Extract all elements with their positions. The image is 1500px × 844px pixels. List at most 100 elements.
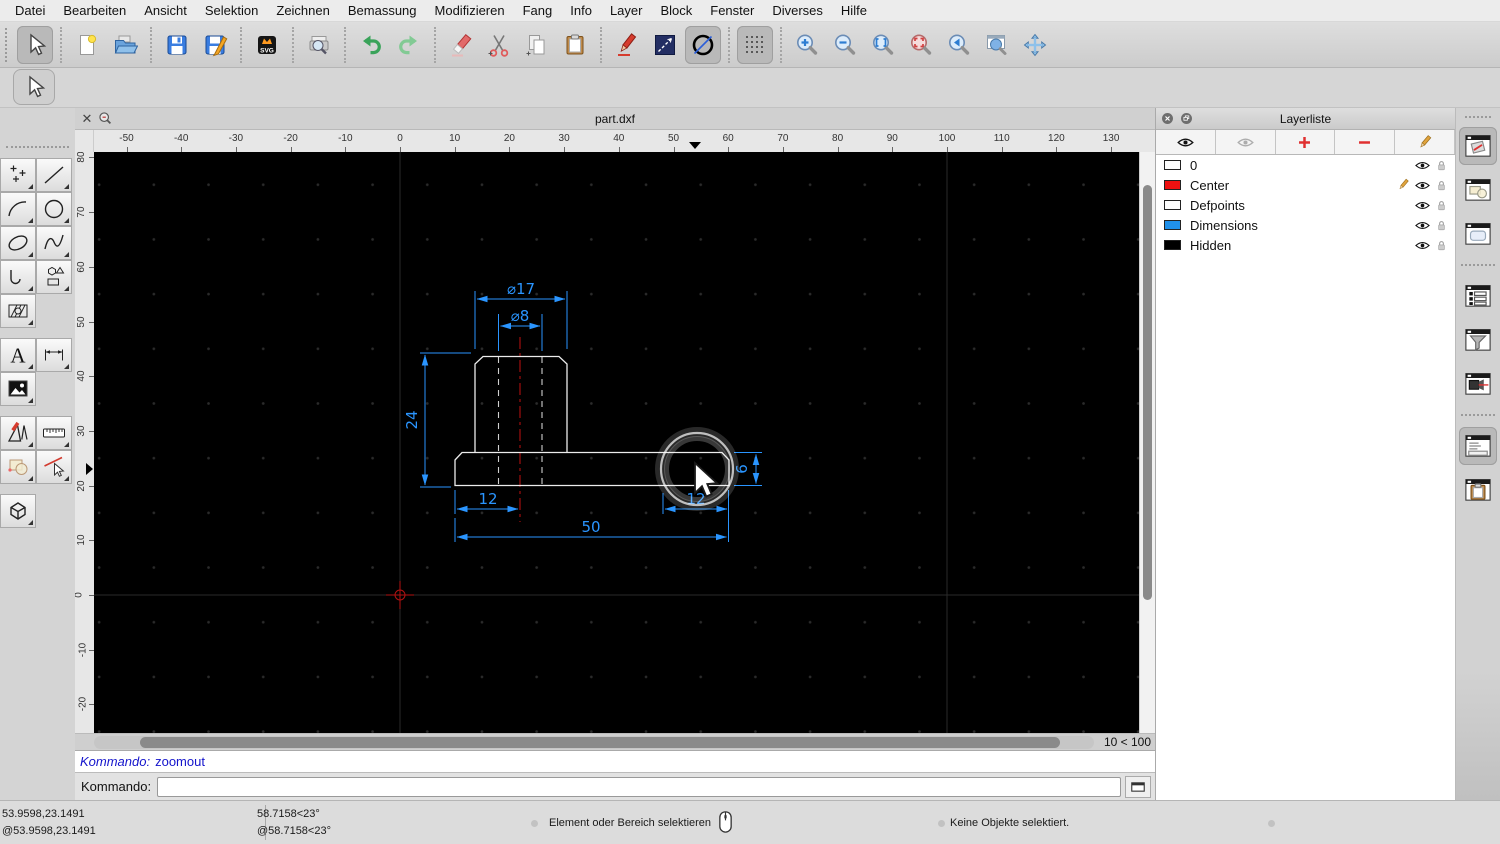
dock-blocks-button[interactable] bbox=[1459, 171, 1497, 209]
layer-visibility-icon[interactable] bbox=[1414, 177, 1431, 194]
points-tool-button[interactable] bbox=[0, 158, 36, 192]
spline-tool-button[interactable] bbox=[36, 226, 72, 260]
command-input[interactable] bbox=[157, 776, 1121, 797]
layer-row-defpoints[interactable]: Defpoints bbox=[1156, 195, 1455, 215]
layer-row-hidden[interactable]: Hidden bbox=[1156, 235, 1455, 255]
menu-fenster[interactable]: Fenster bbox=[701, 3, 763, 18]
zoom-previous-button[interactable] bbox=[941, 26, 977, 64]
dock-render-button[interactable] bbox=[1459, 365, 1497, 403]
text-tool-button[interactable]: A bbox=[0, 338, 36, 372]
layer-visibility-icon[interactable] bbox=[1414, 157, 1431, 174]
delete-button[interactable] bbox=[443, 26, 479, 64]
circle-tool-button[interactable] bbox=[36, 192, 72, 226]
menu-bearbeiten[interactable]: Bearbeiten bbox=[54, 3, 135, 18]
dock-library-button[interactable] bbox=[1459, 215, 1497, 253]
undo-button[interactable] bbox=[353, 26, 389, 64]
save-as-button[interactable] bbox=[197, 26, 233, 64]
ellipse-tool-button[interactable] bbox=[0, 226, 36, 260]
circle-tool-button[interactable] bbox=[685, 25, 721, 64]
redo-button[interactable] bbox=[391, 26, 427, 64]
select-rect-tool-button[interactable] bbox=[0, 450, 36, 484]
panel-close-icon[interactable] bbox=[1160, 111, 1175, 126]
arc-tool-button[interactable] bbox=[0, 192, 36, 226]
panel-float-icon[interactable] bbox=[1179, 111, 1194, 126]
menu-selektion[interactable]: Selektion bbox=[196, 3, 267, 18]
zoom-select-button[interactable] bbox=[903, 26, 939, 64]
open-file-button[interactable] bbox=[107, 26, 143, 64]
menu-ansicht[interactable]: Ansicht bbox=[135, 3, 196, 18]
horizontal-scrollbar[interactable] bbox=[94, 736, 1094, 749]
layer-list: 0 Center Defpoints Dimensions Hidden bbox=[1156, 155, 1455, 255]
layer-row-center[interactable]: Center bbox=[1156, 175, 1455, 195]
vertical-scrollbar-thumb[interactable] bbox=[1143, 185, 1152, 600]
modify-tool-button[interactable] bbox=[0, 416, 36, 450]
layer-lock-icon[interactable] bbox=[1434, 238, 1449, 253]
show-all-layers-button[interactable] bbox=[1156, 130, 1216, 154]
measure-tool-button[interactable] bbox=[36, 416, 72, 450]
layer-lock-icon[interactable] bbox=[1434, 158, 1449, 173]
dimension-tool-button[interactable] bbox=[36, 338, 72, 372]
layer-lock-icon[interactable] bbox=[1434, 218, 1449, 233]
command-detach-button[interactable] bbox=[1125, 775, 1151, 798]
edit-layer-button[interactable] bbox=[1395, 130, 1455, 154]
box3d-tool-button[interactable] bbox=[0, 494, 36, 528]
shapes-tool-button[interactable] bbox=[36, 260, 72, 294]
menu-modifizieren[interactable]: Modifizieren bbox=[426, 3, 514, 18]
horizontal-scrollbar-thumb[interactable] bbox=[140, 737, 1060, 748]
add-layer-button[interactable] bbox=[1276, 130, 1336, 154]
dock-filter-button[interactable] bbox=[1459, 321, 1497, 359]
menu-info[interactable]: Info bbox=[561, 3, 601, 18]
dock-clipboard-window-button[interactable] bbox=[1459, 471, 1497, 509]
copy-button[interactable] bbox=[519, 26, 555, 64]
layer-lock-icon[interactable] bbox=[1434, 178, 1449, 193]
coordinate-display: 53.9598,23.1491 @53.9598,23.1491 bbox=[2, 806, 96, 840]
dock-drag-handle bbox=[1465, 116, 1491, 118]
zoom-auto-button[interactable] bbox=[865, 26, 901, 64]
draw-pencil-button[interactable] bbox=[609, 26, 645, 64]
menu-datei[interactable]: Datei bbox=[6, 3, 54, 18]
menu-diverses[interactable]: Diverses bbox=[763, 3, 832, 18]
layer-visibility-icon[interactable] bbox=[1414, 197, 1431, 214]
menu-hilfe[interactable]: Hilfe bbox=[832, 3, 876, 18]
zoom-in-button[interactable] bbox=[789, 26, 825, 64]
layer-row-0[interactable]: 0 bbox=[1156, 155, 1455, 175]
select-button[interactable] bbox=[17, 25, 53, 64]
grid-toggle-button[interactable] bbox=[737, 25, 773, 64]
zoom-window-icon bbox=[984, 32, 1010, 58]
zoom-window-button[interactable] bbox=[979, 26, 1015, 64]
line-tool-button[interactable] bbox=[36, 158, 72, 192]
menu-fang[interactable]: Fang bbox=[514, 3, 562, 18]
drawing-canvas[interactable]: ⌀17 ⌀8 24 6 12 12 50 bbox=[94, 152, 1139, 733]
zoom-out-button[interactable] bbox=[827, 26, 863, 64]
zoom-pan-button[interactable] bbox=[1017, 26, 1053, 64]
cut-button[interactable] bbox=[481, 26, 517, 64]
remove-layer-button[interactable] bbox=[1335, 130, 1396, 154]
print-preview-button[interactable] bbox=[301, 26, 337, 64]
tab-close-icon[interactable]: ✕ bbox=[79, 111, 95, 127]
menu-zeichnen[interactable]: Zeichnen bbox=[267, 3, 338, 18]
paste-button[interactable] bbox=[557, 26, 593, 64]
layer-visibility-icon[interactable] bbox=[1414, 217, 1431, 234]
image-tool-button[interactable] bbox=[0, 372, 36, 406]
current-tool-select-button[interactable] bbox=[13, 69, 55, 105]
menu-block[interactable]: Block bbox=[651, 3, 701, 18]
layer-row-dimensions[interactable]: Dimensions bbox=[1156, 215, 1455, 235]
save-button[interactable] bbox=[159, 26, 195, 64]
dock-command-window-button[interactable] bbox=[1459, 427, 1497, 465]
dock-layer-pen-button[interactable] bbox=[1459, 127, 1497, 165]
eye-dark-icon bbox=[1176, 133, 1195, 152]
hide-all-layers-button[interactable] bbox=[1216, 130, 1276, 154]
polyline-tool-button[interactable] bbox=[0, 260, 36, 294]
layer-visibility-icon[interactable] bbox=[1414, 237, 1431, 254]
line-tool-button[interactable] bbox=[647, 26, 683, 64]
vertical-scrollbar[interactable] bbox=[1139, 152, 1155, 733]
menu-bemassung[interactable]: Bemassung bbox=[339, 3, 426, 18]
tab-zoom-icon[interactable] bbox=[97, 110, 114, 127]
hatch-tool-button[interactable] bbox=[0, 294, 36, 328]
svg-export-button[interactable]: SVG bbox=[249, 26, 285, 64]
deselect-tool-button[interactable] bbox=[36, 450, 72, 484]
layer-lock-icon[interactable] bbox=[1434, 198, 1449, 213]
new-file-button[interactable] bbox=[69, 26, 105, 64]
dock-list-button[interactable] bbox=[1459, 277, 1497, 315]
menu-layer[interactable]: Layer bbox=[601, 3, 652, 18]
